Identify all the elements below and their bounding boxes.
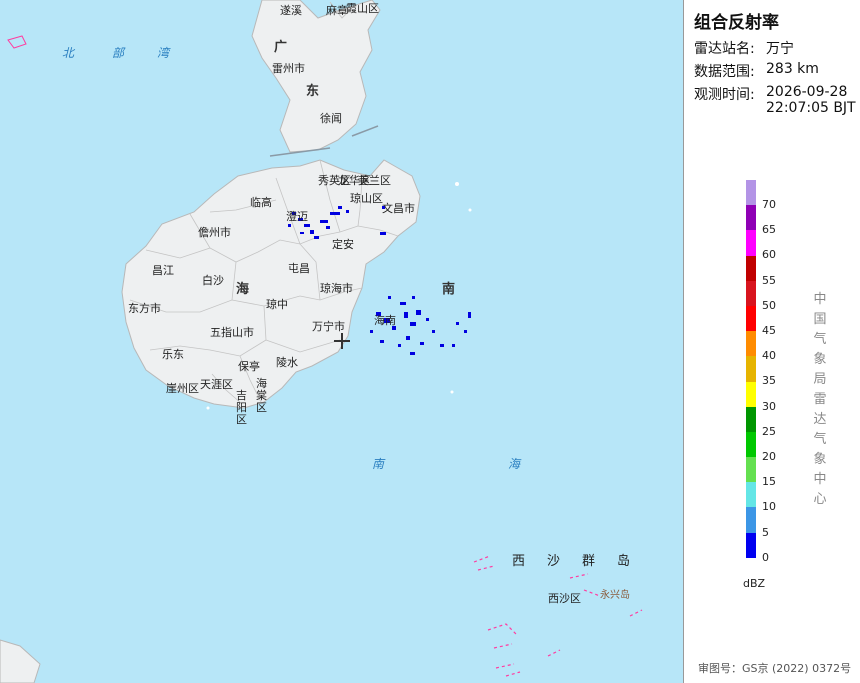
time-value: 2026-09-28 22:07:05 BJT <box>766 84 856 116</box>
city-label: 乐东 <box>162 348 184 361</box>
city-label: 保亭 <box>238 360 260 373</box>
city-label: 临高 <box>250 196 272 209</box>
color-scale-tick: 35 <box>762 374 776 388</box>
city-label: 海棠区 <box>256 377 267 414</box>
source-label: 中国气象局雷达气象中心 <box>813 292 827 507</box>
map-graphic <box>0 0 643 683</box>
leizhou-peninsula <box>251 0 381 153</box>
island-group-label: 西沙群岛 <box>512 554 653 569</box>
range-row: 数据范围: 283 km <box>694 61 819 81</box>
color-scale-tick: 45 <box>762 324 776 337</box>
city-label: 吉阳区 <box>236 389 247 426</box>
city-label: 海南 <box>374 314 396 327</box>
color-scale-tick: 15 <box>762 475 776 489</box>
city-label: 儋州市 <box>198 226 231 239</box>
color-scale-segment <box>746 482 756 508</box>
city-label: 西沙区 <box>548 592 581 605</box>
color-scale-segment <box>746 255 756 281</box>
city-label: 美兰区 <box>358 174 391 187</box>
sea-label: 南 <box>372 457 385 471</box>
station-row: 雷达站名: 万宁 <box>694 38 794 58</box>
city-label: 定安 <box>332 238 354 251</box>
city-label: 琼中 <box>266 298 288 311</box>
city-label: 陵水 <box>276 356 298 369</box>
color-scale-segment <box>746 381 756 407</box>
radar-map[interactable]: 北 部 湾 南 海 广 东 海 南 遂溪 麻章 霞山区 雷州市 徐闻 临高 秀英… <box>0 0 683 683</box>
color-scale-segment <box>746 431 756 458</box>
province-label: 南 <box>442 282 456 297</box>
color-scale-tick: 30 <box>762 399 776 413</box>
range-value: 283 km <box>766 61 819 77</box>
color-scale-tick: 50 <box>762 298 776 312</box>
sea-label: 部 <box>112 46 125 60</box>
time-date: 2026-09-28 <box>766 84 848 100</box>
city-label: 万宁市 <box>312 320 345 333</box>
station-value: 万宁 <box>766 41 794 57</box>
color-scale-bar <box>746 180 756 558</box>
time-label: 观测时间: <box>694 87 755 103</box>
color-scale-segment <box>746 406 756 432</box>
color-scale-tick: 0 <box>762 550 769 564</box>
color-scale-tick: 65 <box>762 223 776 237</box>
color-scale-segment <box>746 230 756 256</box>
color-scale-segment <box>746 507 756 533</box>
province-label: 东 <box>306 84 320 99</box>
color-scale-segment <box>746 180 756 206</box>
color-scale-segment <box>746 305 756 332</box>
panel-title: 组合反射率 <box>694 13 779 33</box>
province-label: 海 <box>236 282 250 297</box>
time-clock: 22:07:05 BJT <box>766 100 856 116</box>
city-label: 霞山区 <box>346 2 379 15</box>
city-label: 雷州市 <box>272 62 305 75</box>
city-label: 崖州区 <box>166 382 199 395</box>
sea-label: 北 <box>62 46 75 60</box>
city-label: 文昌市 <box>382 202 415 215</box>
city-label: 天涯区 <box>200 378 233 391</box>
city-label: 白沙 <box>202 274 224 287</box>
color-scale-tick: 70 <box>762 198 776 211</box>
color-scale-tick: 55 <box>762 273 776 287</box>
range-label: 数据范围: <box>694 64 755 80</box>
color-scale-segment <box>746 356 756 382</box>
color-scale-tick: 10 <box>762 500 776 514</box>
sea-label: 海 <box>508 457 521 471</box>
city-label: 屯昌 <box>288 262 310 275</box>
color-scale-tick: 60 <box>762 248 776 262</box>
island-label: 永兴岛 <box>600 590 630 601</box>
city-label: 东方市 <box>128 302 161 315</box>
color-scale-segment <box>746 331 756 357</box>
city-label: 五指山市 <box>210 326 254 339</box>
city-label: 麻章 <box>326 4 348 17</box>
city-label: 澄迈 <box>286 210 308 223</box>
time-row: 观测时间: 2026-09-28 22:07:05 BJT <box>694 84 856 116</box>
city-label: 琼山区 <box>350 192 383 205</box>
xisha-islands <box>473 555 643 677</box>
city-label: 昌江 <box>152 264 174 277</box>
color-scale-segment <box>746 280 756 306</box>
color-scale-tick: 20 <box>762 450 776 463</box>
color-scale-segment <box>746 532 756 558</box>
approval-number: 审图号：GS京 (2022) 0372号 <box>698 662 852 675</box>
station-label: 雷达站名: <box>694 41 755 57</box>
province-label: 广 <box>274 40 288 55</box>
unit-label: dBZ <box>743 577 766 590</box>
city-label: 遂溪 <box>280 4 302 17</box>
color-scale-segment <box>746 205 756 231</box>
city-label: 琼海市 <box>320 282 353 295</box>
sea-label: 湾 <box>157 46 170 60</box>
city-label: 徐闻 <box>320 112 342 125</box>
color-scale-tick: 5 <box>762 525 769 539</box>
color-scale-segment <box>746 457 756 483</box>
color-scale-tick: 40 <box>762 349 776 363</box>
color-scale-tick: 25 <box>762 424 776 438</box>
